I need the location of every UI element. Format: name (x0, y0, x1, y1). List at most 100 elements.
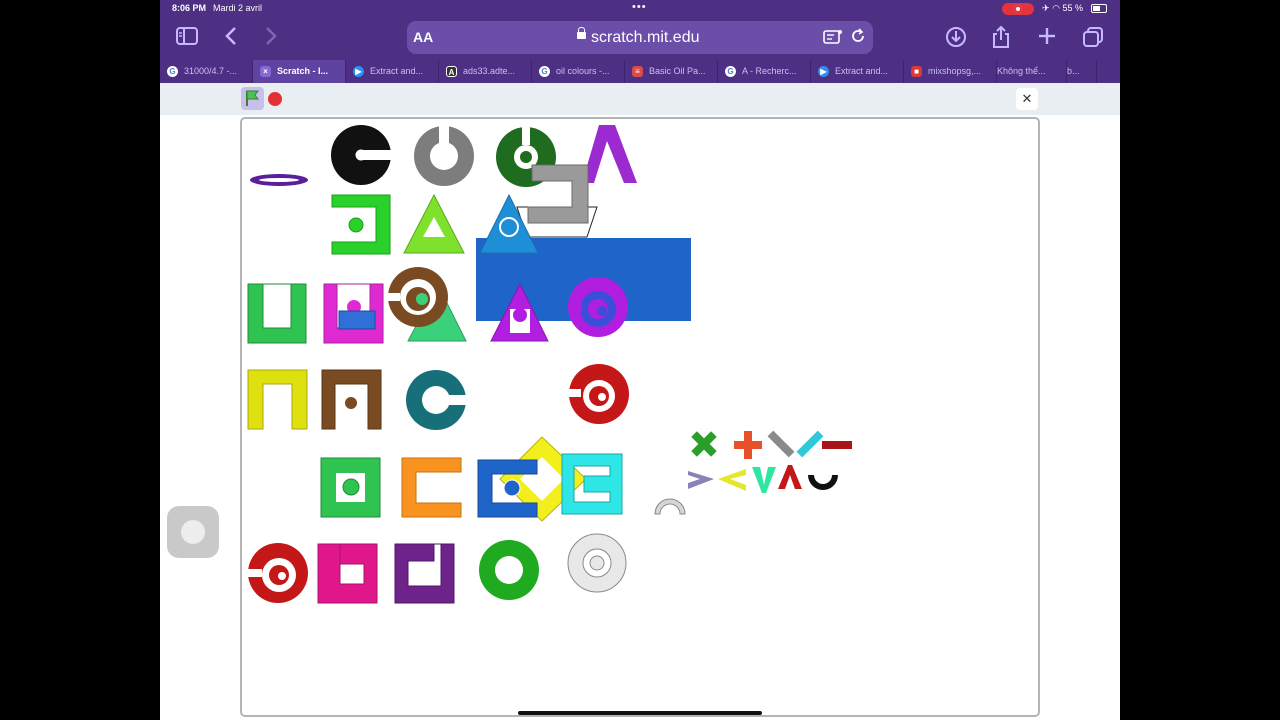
tab-label: 31000/4.7 -... (184, 66, 238, 76)
teal-c-sprite[interactable] (406, 370, 468, 430)
status-system-icons: ✈ ◠ 55 % (1042, 3, 1083, 14)
google-icon: G (725, 66, 736, 77)
new-tab-icon[interactable] (1037, 26, 1057, 50)
purple-ring-sprite[interactable] (250, 174, 308, 186)
black-u-ring-sprite[interactable] (808, 475, 838, 490)
reader-icon[interactable] (823, 29, 843, 48)
battery-icon (1091, 4, 1107, 13)
red-spiral-sprite[interactable] (569, 364, 629, 424)
tab-label: Extract and... (835, 66, 889, 76)
green-flag-icon (246, 90, 259, 106)
yellow-arch-sprite[interactable] (247, 369, 308, 430)
tabs-icon[interactable] (1082, 26, 1104, 52)
forward-icon[interactable] (264, 26, 278, 50)
close-tab-icon[interactable]: × (260, 66, 271, 77)
purple-lambda-sprite[interactable] (582, 125, 637, 183)
tab[interactable]: G 31000/4.7 -... (160, 60, 253, 83)
multitasking-dots-icon[interactable]: ••• (632, 1, 647, 13)
green-flag-button[interactable] (241, 87, 264, 110)
brown-arch-sprite[interactable] (321, 369, 382, 430)
download-icon[interactable] (945, 26, 967, 52)
address-bar[interactable]: AA scratch.mit.edu (407, 21, 873, 54)
tab-label: Extract and... (370, 66, 424, 76)
lock-icon (577, 27, 586, 39)
tab[interactable]: b... (1067, 60, 1097, 83)
tab[interactable]: Không thể... (997, 60, 1067, 83)
assistive-touch-button[interactable] (167, 506, 219, 558)
purple-j-sprite[interactable] (394, 543, 455, 604)
browser-toolbar: AA scratch.mit.edu (160, 18, 1120, 60)
red-caret-sprite[interactable] (778, 465, 802, 489)
pink-l-sprite[interactable] (317, 543, 378, 604)
document-icon: ≡ (632, 66, 643, 77)
tab-scratch[interactable]: × Scratch - I... (253, 60, 346, 83)
gray-slash-sprite[interactable] (767, 430, 795, 458)
tab-label: ads33.adte... (463, 66, 516, 76)
status-date: Mardi 2 avril (213, 3, 263, 13)
stop-icon[interactable] (268, 92, 282, 106)
tab-label: b... (1067, 66, 1080, 76)
magenta-u-sprite[interactable] (323, 283, 384, 344)
google-icon: G (167, 66, 178, 77)
green-u-sprite[interactable] (247, 283, 307, 344)
purple-spiral-sprite[interactable] (568, 277, 628, 337)
screen-record-icon[interactable] (1002, 3, 1034, 15)
green-ring-sprite[interactable] (479, 540, 539, 600)
tab[interactable]: ≡ Basic Oil Pa... (625, 60, 718, 83)
gray-chevron-right-sprite[interactable] (688, 471, 714, 489)
tab-label: Scratch - I... (277, 66, 329, 76)
text-size-button[interactable]: AA (413, 29, 433, 45)
tab[interactable]: G oil colours -... (532, 60, 625, 83)
cyan-slash-sprite[interactable] (796, 430, 824, 458)
tab[interactable]: ▶ Extract and... (346, 60, 439, 83)
brown-spiral-sprite[interactable] (388, 267, 448, 327)
dark-red-minus-sprite[interactable] (822, 441, 852, 449)
tab[interactable]: ▶ Extract and... (811, 60, 904, 83)
tab[interactable]: G A - Recherc... (718, 60, 811, 83)
url-text[interactable]: scratch.mit.edu (591, 29, 699, 47)
tab-label: oil colours -... (556, 66, 610, 76)
scratch-stage[interactable] (240, 117, 1040, 717)
a-site-icon: A (446, 66, 457, 77)
share-icon[interactable] (991, 25, 1011, 53)
airplane-icon: ✈ (1042, 3, 1050, 13)
video-icon: ▶ (353, 66, 364, 77)
exit-fullscreen-icon: ✕ (1021, 91, 1033, 106)
black-ring-sprite[interactable] (331, 125, 393, 185)
orange-plus-sprite[interactable] (734, 431, 762, 459)
small-gray-arch-sprite[interactable] (654, 498, 686, 515)
white-disc-sprite[interactable] (567, 533, 627, 593)
tab-label: Không thể... (997, 66, 1046, 76)
reload-icon[interactable] (850, 27, 866, 50)
green-x-sprite[interactable] (684, 424, 724, 464)
stage-canvas (247, 123, 852, 604)
orange-c-sprite[interactable] (401, 457, 462, 518)
lime-triangle-sprite[interactable] (403, 193, 465, 254)
back-icon[interactable] (224, 26, 238, 50)
status-time: 8:06 PM (172, 3, 207, 13)
battery-percentage: 55 % (1062, 3, 1083, 13)
tab[interactable]: ■ mixshopsg,... (904, 60, 997, 83)
video-icon: ▶ (818, 66, 829, 77)
status-bar: 8:06 PM Mardi 2 avril ••• ✈ ◠ 55 % (160, 0, 1120, 18)
scratch-player-header: ✕ (160, 83, 1120, 115)
green-framed-square-sprite[interactable] (320, 457, 381, 518)
home-indicator[interactable] (518, 711, 762, 715)
yellow-chevron-left-sprite[interactable] (718, 469, 746, 491)
ipad-screen: 8:06 PM Mardi 2 avril ••• ✈ ◠ 55 % AA sc… (160, 0, 1120, 720)
green-square-sprite[interactable] (331, 194, 391, 255)
tab-label: mixshopsg,... (928, 66, 982, 76)
wifi-icon: ◠ (1052, 3, 1060, 13)
green-v-sprite[interactable] (752, 467, 776, 493)
sidebar-icon[interactable] (176, 27, 198, 49)
tab-label: Basic Oil Pa... (649, 66, 706, 76)
tab-label: A - Recherc... (742, 66, 797, 76)
google-icon: G (539, 66, 550, 77)
exit-fullscreen-button[interactable]: ✕ (1016, 88, 1038, 110)
shop-icon: ■ (911, 66, 922, 77)
gray-ring-sprite[interactable] (414, 123, 474, 186)
cyan-e-sprite[interactable] (561, 453, 623, 515)
red-bottom-spiral-sprite[interactable] (248, 543, 308, 603)
tab[interactable]: A ads33.adte... (439, 60, 532, 83)
tab-bar: G 31000/4.7 -... × Scratch - I... ▶ Extr… (160, 60, 1120, 83)
